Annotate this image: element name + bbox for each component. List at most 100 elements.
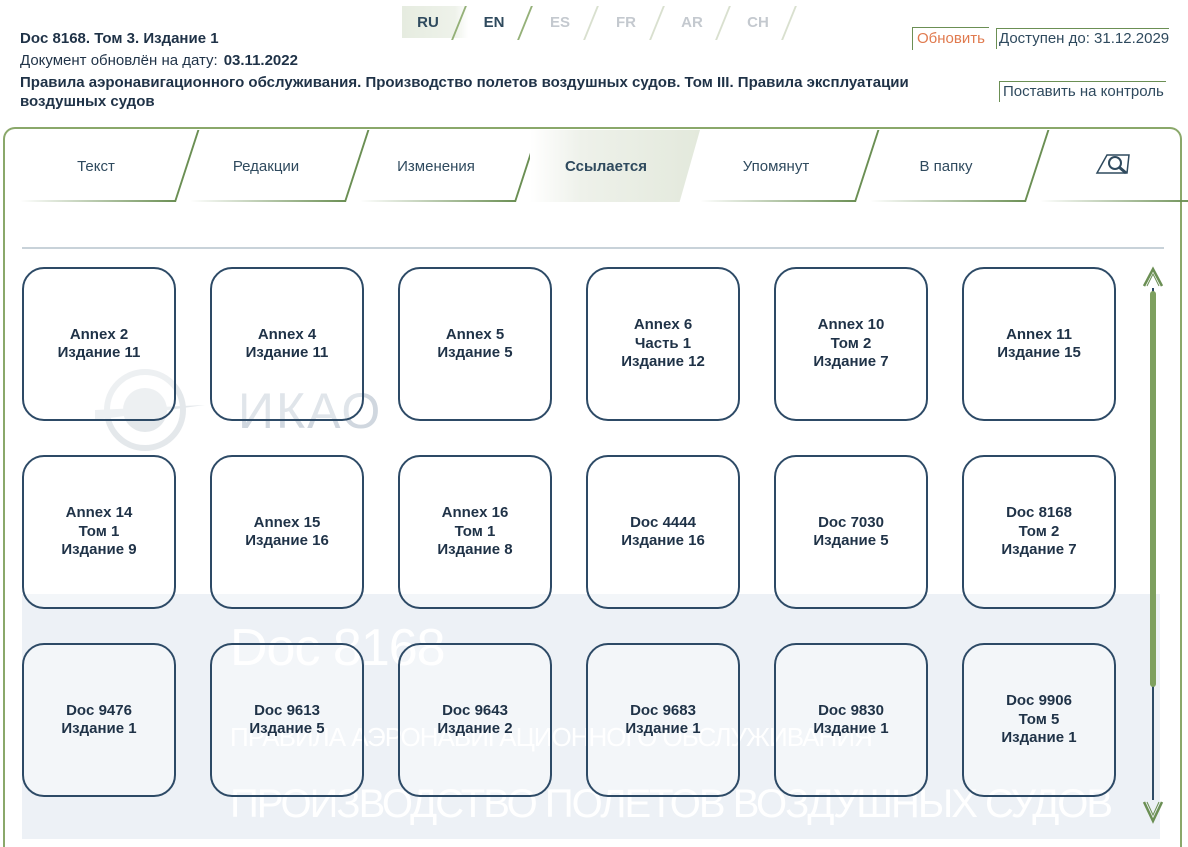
card-line: Annex 10 — [817, 316, 885, 334]
reference-card[interactable]: Doc 7030 Издание 5 — [774, 455, 928, 609]
reference-card[interactable]: Annex 4 Издание 11 — [210, 267, 364, 421]
tab-underline — [700, 200, 856, 202]
document-description: Правила аэронавигационного обслуживания.… — [20, 74, 909, 110]
card-line: Издание 11 — [245, 344, 329, 361]
tab-underline — [20, 200, 176, 202]
reference-card[interactable]: Annex 2 Издание 11 — [22, 267, 176, 421]
card-line: Издание 1 — [813, 720, 889, 737]
tab-5[interactable]: В папку — [870, 130, 1050, 202]
card-line: Annex 16 — [441, 504, 509, 522]
scroll-up-icon[interactable] — [1142, 266, 1164, 293]
tab-0[interactable]: Текст — [20, 130, 200, 202]
reference-card[interactable]: Doc 9906 Том 5 Издание 1 — [962, 643, 1116, 797]
scrollbar-thumb[interactable] — [1150, 291, 1156, 687]
reference-card[interactable]: Annex 5 Издание 5 — [398, 267, 552, 421]
card-line: Doc 9830 — [818, 701, 884, 719]
card-line: Издание 8 — [437, 541, 513, 559]
card-line: Annex 6 — [633, 316, 693, 334]
tab-label: В папку — [919, 157, 973, 175]
card-line: Часть 1 — [634, 334, 692, 352]
lang-tab-ch: CH — [732, 6, 798, 38]
reference-card[interactable]: Annex 11 Издание 15 — [962, 267, 1116, 421]
card-line: Том 1 — [78, 522, 120, 540]
tab-label: Упомянут — [742, 157, 810, 175]
card-line: Том 5 — [1018, 710, 1060, 728]
reference-card[interactable]: Annex 14 Том 1 Издание 9 — [22, 455, 176, 609]
tab-label: Ссылается — [564, 157, 648, 175]
lang-tab-label: AR — [681, 13, 703, 31]
tab-label: Текст — [77, 157, 115, 175]
watch-button[interactable]: Поставить на контроль — [999, 81, 1166, 102]
search-icon — [1093, 149, 1157, 183]
tab-label: Изменения — [397, 157, 475, 175]
tab-nav: Текст Редакции Изменения Ссылается Упомянут В… — [20, 130, 1188, 202]
card-line: Издание 5 — [813, 532, 889, 549]
lang-tab-label: FR — [616, 13, 636, 31]
language-bar: RU EN ES FR AR CH — [402, 6, 798, 38]
card-line: Doc 9476 — [66, 701, 132, 719]
updated-label: Документ обновлён на дату: — [20, 52, 218, 69]
lang-tab-ru[interactable]: RU — [402, 6, 468, 38]
card-line: Doc 7030 — [818, 513, 884, 531]
card-line: Издание 16 — [245, 532, 329, 549]
card-line: Издание 12 — [621, 353, 705, 371]
updated-date: 03.11.2022 — [223, 52, 298, 69]
reference-card[interactable]: Doc 9476 Издание 1 — [22, 643, 176, 797]
reference-card[interactable]: Doc 9830 Издание 1 — [774, 643, 928, 797]
reference-card[interactable]: Doc 4444 Издание 16 — [586, 455, 740, 609]
lang-tab-label: CH — [747, 13, 769, 31]
tab-1[interactable]: Редакции — [190, 130, 370, 202]
card-line: Издание 16 — [621, 532, 705, 549]
card-line: Издание 9 — [61, 541, 137, 559]
lang-tab-en[interactable]: EN — [468, 6, 534, 38]
card-line: Doc 4444 — [630, 513, 696, 531]
card-line: Том 2 — [830, 334, 872, 352]
reference-card[interactable]: Annex 15 Издание 16 — [210, 455, 364, 609]
card-line: Издание 15 — [997, 344, 1081, 361]
card-line: Издание 1 — [1001, 729, 1077, 747]
card-line: Annex 2 — [69, 325, 129, 343]
card-line: Annex 5 — [445, 325, 505, 343]
tab-2[interactable]: Изменения — [360, 130, 540, 202]
document-title: Doc 8168. Том 3. Издание 1 — [20, 30, 219, 47]
lang-tab-label: EN — [483, 13, 505, 31]
card-line: Издание 2 — [437, 720, 513, 737]
reference-card[interactable]: Annex 6 Часть 1 Издание 12 — [586, 267, 740, 421]
reference-card[interactable]: Annex 16 Том 1 Издание 8 — [398, 455, 552, 609]
card-line: Том 1 — [454, 522, 496, 540]
tab-label: Редакции — [232, 157, 300, 175]
tab-underline — [870, 200, 1026, 202]
card-line: Издание 7 — [1001, 541, 1077, 559]
reference-card[interactable]: Doc 8168 Том 2 Издание 7 — [962, 455, 1116, 609]
reference-card[interactable]: Annex 10 Том 2 Издание 7 — [774, 267, 928, 421]
lang-tab-es: ES — [534, 6, 600, 38]
scroll-down-icon[interactable] — [1142, 800, 1164, 829]
tab-search[interactable] — [1040, 130, 1188, 202]
card-line: Издание 1 — [625, 720, 701, 737]
tab-underline — [360, 200, 516, 202]
lang-tab-label: RU — [417, 13, 439, 31]
card-line: Doc 9643 — [442, 701, 508, 719]
card-line: Издание 5 — [249, 720, 325, 737]
card-line: Doc 9613 — [254, 701, 320, 719]
document-updated: Документ обновлён на дату: 03.11.2022 — [20, 52, 298, 69]
tab-underline — [190, 200, 346, 202]
refresh-button[interactable]: Обновить — [912, 27, 989, 50]
card-line: Издание 11 — [57, 344, 141, 361]
reference-card[interactable]: Doc 9613 Издание 5 — [210, 643, 364, 797]
card-line: Annex 11 — [1006, 325, 1072, 343]
divider — [22, 247, 1164, 249]
lang-tab-fr: FR — [600, 6, 666, 38]
card-line: Издание 1 — [61, 720, 137, 737]
card-line: Annex 14 — [65, 504, 133, 522]
reference-card[interactable]: Doc 9643 Издание 2 — [398, 643, 552, 797]
card-line: Annex 4 — [257, 325, 317, 343]
tab-3[interactable]: Ссылается — [530, 130, 700, 202]
tab-4[interactable]: Упомянут — [700, 130, 880, 202]
reference-card[interactable]: Doc 9683 Издание 1 — [586, 643, 740, 797]
lang-tab-label: ES — [549, 13, 570, 31]
available-until: Доступен до: 31.12.2029 — [996, 28, 1170, 49]
lang-tab-ar: AR — [666, 6, 732, 38]
card-line: Doc 8168 — [1006, 504, 1072, 522]
card-line: Издание 5 — [437, 344, 513, 361]
